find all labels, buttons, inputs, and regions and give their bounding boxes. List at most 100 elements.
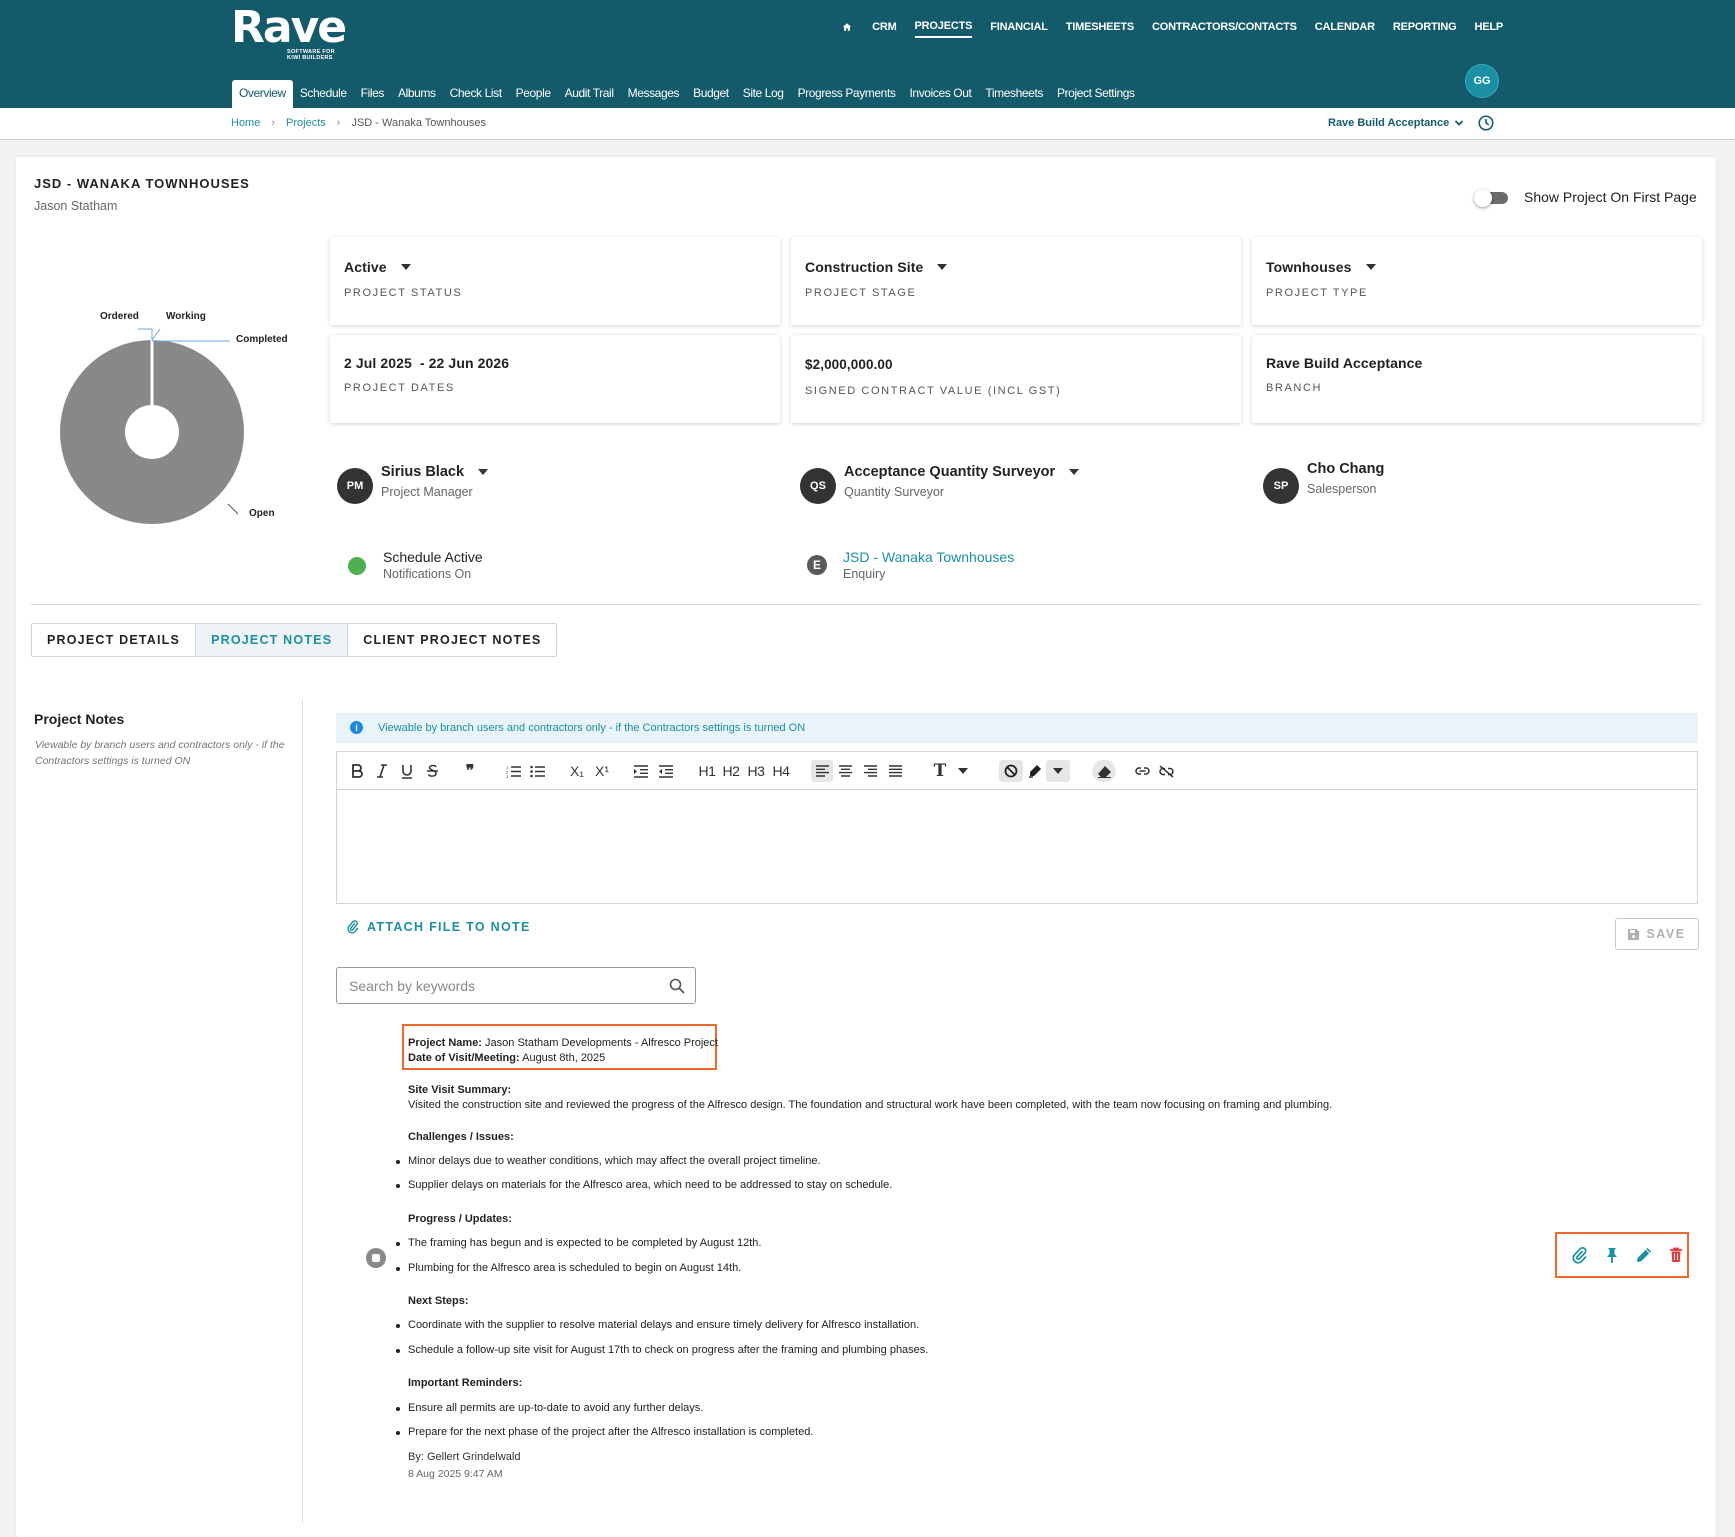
- subtab-audit-trail[interactable]: Audit Trail: [558, 80, 621, 108]
- attach-icon[interactable]: [1571, 1246, 1589, 1264]
- subtab-check-list[interactable]: Check List: [443, 80, 509, 108]
- caret-down-icon[interactable]: [937, 264, 948, 270]
- subtab-invoices-out[interactable]: Invoices Out: [903, 80, 979, 108]
- subtab-progress-payments[interactable]: Progress Payments: [791, 80, 903, 108]
- outdent-icon[interactable]: [658, 760, 674, 782]
- strikethrough-icon[interactable]: [424, 760, 440, 782]
- history-clock-icon[interactable]: [1477, 114, 1495, 132]
- subscript-icon[interactable]: X₁: [567, 760, 587, 782]
- user-avatar[interactable]: GG: [1465, 64, 1499, 98]
- donut-hole: [125, 405, 179, 459]
- subtab-site-log[interactable]: Site Log: [736, 80, 791, 108]
- nav-crm[interactable]: CRM: [872, 21, 897, 37]
- bold-icon[interactable]: [349, 760, 365, 782]
- list-item: Minor delays due to weather conditions, …: [396, 1155, 821, 1167]
- note-progress-heading: Progress / Updates:: [408, 1213, 512, 1225]
- note-actions: [1555, 1232, 1689, 1278]
- breadcrumb-projects[interactable]: Projects: [286, 117, 326, 129]
- subtab-overview[interactable]: Overview: [232, 80, 293, 108]
- project-dates-value: 2 Jul 2025 - 22 Jun 2026: [344, 355, 510, 371]
- subtab-messages[interactable]: Messages: [621, 80, 687, 108]
- caret-down-icon[interactable]: [957, 760, 969, 782]
- donut-label-ordered: Ordered: [100, 311, 139, 322]
- home-icon[interactable]: [840, 22, 854, 36]
- ordered-list-icon[interactable]: 123: [505, 760, 521, 782]
- tab-project-notes[interactable]: PROJECT NOTES: [196, 624, 349, 656]
- heading-3-button[interactable]: H3: [746, 760, 766, 782]
- editor-content-area[interactable]: [337, 790, 1697, 904]
- nav-calendar[interactable]: CALENDAR: [1315, 21, 1375, 37]
- subtab-files[interactable]: Files: [354, 80, 391, 108]
- logo-tagline: SOFTWARE FOR KIWI BUILDERS: [287, 49, 335, 61]
- nav-financial[interactable]: FINANCIAL: [990, 21, 1048, 37]
- list-item: Prepare for the next phase of the projec…: [395, 1426, 814, 1438]
- link-icon[interactable]: [1132, 760, 1152, 782]
- subtab-budget[interactable]: Budget: [686, 80, 736, 108]
- indent-icon[interactable]: [633, 760, 649, 782]
- heading-2-button[interactable]: H2: [721, 760, 741, 782]
- italic-icon[interactable]: [374, 760, 390, 782]
- attach-file-button[interactable]: ATTACH FILE TO NOTE: [347, 920, 531, 934]
- save-icon: [1628, 928, 1640, 940]
- align-left-icon[interactable]: [811, 760, 833, 782]
- subtab-schedule[interactable]: Schedule: [293, 80, 354, 108]
- tab-project-details[interactable]: PROJECT DETAILS: [32, 624, 197, 656]
- rave-logo[interactable]: Rave SOFTWARE FOR KIWI BUILDERS: [231, 4, 347, 62]
- clear-color-icon[interactable]: [999, 760, 1023, 782]
- list-item: Coordinate with the supplier to resolve …: [395, 1319, 920, 1331]
- unlink-icon[interactable]: [1156, 760, 1176, 782]
- align-right-icon[interactable]: [861, 760, 879, 782]
- show-first-page-toggle[interactable]: [1474, 189, 1508, 207]
- list-item: Supplier delays on materials for the Alf…: [395, 1179, 893, 1191]
- nav-reporting[interactable]: REPORTING: [1393, 21, 1457, 37]
- edit-pencil-icon[interactable]: [1635, 1246, 1653, 1264]
- blockquote-icon[interactable]: ❞: [461, 760, 479, 782]
- breadcrumb-home[interactable]: Home: [231, 117, 260, 129]
- salesperson: SP Cho Chang Salesperson: [1263, 461, 1384, 504]
- nav-projects[interactable]: PROJECTS: [914, 20, 972, 38]
- chevron-down-icon: [1455, 120, 1464, 126]
- branch-selector[interactable]: Rave Build Acceptance: [1328, 117, 1464, 129]
- caret-down-icon[interactable]: [478, 469, 489, 475]
- align-justify-icon[interactable]: [886, 760, 904, 782]
- heading-1-button[interactable]: H1: [697, 760, 717, 782]
- caret-down-icon[interactable]: [1069, 469, 1080, 475]
- subtab-albums[interactable]: Albums: [391, 80, 443, 108]
- info-icon: i: [350, 721, 363, 734]
- caret-down-icon[interactable]: [400, 264, 411, 270]
- delete-trash-icon[interactable]: [1667, 1246, 1685, 1264]
- project-client: Jason Statham: [34, 199, 118, 213]
- subtab-people[interactable]: People: [509, 80, 558, 108]
- nav-timesheets[interactable]: TIMESHEETS: [1066, 21, 1134, 37]
- subtab-project-settings[interactable]: Project Settings: [1050, 80, 1142, 108]
- highlighter-icon[interactable]: [1026, 760, 1044, 782]
- eraser-icon[interactable]: [1092, 760, 1116, 782]
- search-input[interactable]: [349, 968, 649, 1003]
- contract-value-box[interactable]: $2,000,000.00 SIGNED CONTRACT VALUE (INC…: [791, 335, 1241, 423]
- underline-icon[interactable]: [399, 760, 415, 782]
- enquiry-link[interactable]: JSD - Wanaka Townhouses: [843, 549, 1014, 565]
- avatar: PM: [337, 468, 373, 504]
- search-icon[interactable]: [669, 978, 685, 994]
- heading-4-button[interactable]: H4: [771, 760, 791, 782]
- align-center-icon[interactable]: [836, 760, 854, 782]
- save-button[interactable]: SAVE: [1615, 918, 1699, 950]
- nav-help[interactable]: HELP: [1474, 21, 1503, 37]
- caret-down-icon[interactable]: [1365, 264, 1376, 270]
- project-dates-label: PROJECT DATES: [344, 382, 455, 394]
- project-manager-role: Project Manager: [381, 485, 473, 499]
- contract-value: $2,000,000.00: [805, 357, 893, 372]
- note-select-marker[interactable]: [366, 1248, 386, 1268]
- superscript-icon[interactable]: X¹: [592, 760, 612, 782]
- pin-icon[interactable]: [1603, 1246, 1621, 1264]
- caret-down-icon[interactable]: [1046, 760, 1070, 782]
- main-nav: CRM PROJECTS FINANCIAL TIMESHEETS CONTRA…: [840, 20, 1503, 38]
- note-project-name-label: Project Name:: [408, 1037, 482, 1049]
- bullet-list-icon[interactable]: [529, 760, 545, 782]
- breadcrumb-separator: ›: [336, 117, 341, 129]
- tab-client-project-notes[interactable]: CLIENT PROJECT NOTES: [348, 624, 556, 656]
- subtab-timesheets[interactable]: Timesheets: [978, 80, 1050, 108]
- project-dates-box[interactable]: 2 Jul 2025 - 22 Jun 2026 PROJECT DATES: [330, 335, 780, 423]
- nav-contractors-contacts[interactable]: CONTRACTORS/CONTACTS: [1152, 21, 1297, 37]
- font-size-icon[interactable]: T: [931, 760, 949, 782]
